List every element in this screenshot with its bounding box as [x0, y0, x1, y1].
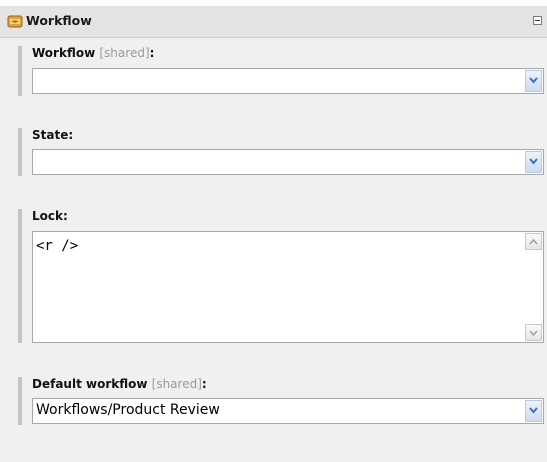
chevron-down-icon[interactable]: [525, 400, 542, 422]
workflow-icon: [7, 15, 23, 28]
workflow-panel: Workflow Workflow [shared]: State: Lock:…: [0, 6, 547, 462]
lock-label: Lock:: [32, 209, 68, 223]
default-workflow-select-value: Workflows/Product Review: [36, 402, 220, 418]
field-bar: [18, 46, 22, 96]
scroll-down-icon[interactable]: [525, 324, 542, 341]
default-workflow-label: Default workflow [shared]:: [32, 377, 207, 391]
panel-header[interactable]: Workflow: [0, 6, 547, 38]
panel-title: Workflow: [26, 13, 92, 28]
field-bar: [18, 209, 22, 343]
default-workflow-select[interactable]: Workflows/Product Review: [32, 398, 544, 424]
chevron-down-icon[interactable]: [525, 70, 542, 92]
lock-textarea[interactable]: <r />: [32, 231, 544, 343]
workflow-label: Workflow [shared]:: [32, 46, 155, 60]
workflow-select[interactable]: [32, 68, 544, 94]
state-select[interactable]: [32, 149, 544, 175]
collapse-icon[interactable]: [533, 16, 542, 25]
state-label: State:: [32, 128, 74, 142]
field-bar: [18, 377, 22, 425]
chevron-down-icon[interactable]: [525, 151, 542, 173]
scroll-up-icon[interactable]: [525, 233, 542, 250]
field-bar: [18, 128, 22, 176]
lock-textarea-value: <r />: [36, 238, 79, 254]
shared-tag: [shared]: [99, 46, 150, 60]
shared-tag: [shared]: [151, 377, 202, 391]
vertical-scrollbar[interactable]: [525, 233, 542, 341]
